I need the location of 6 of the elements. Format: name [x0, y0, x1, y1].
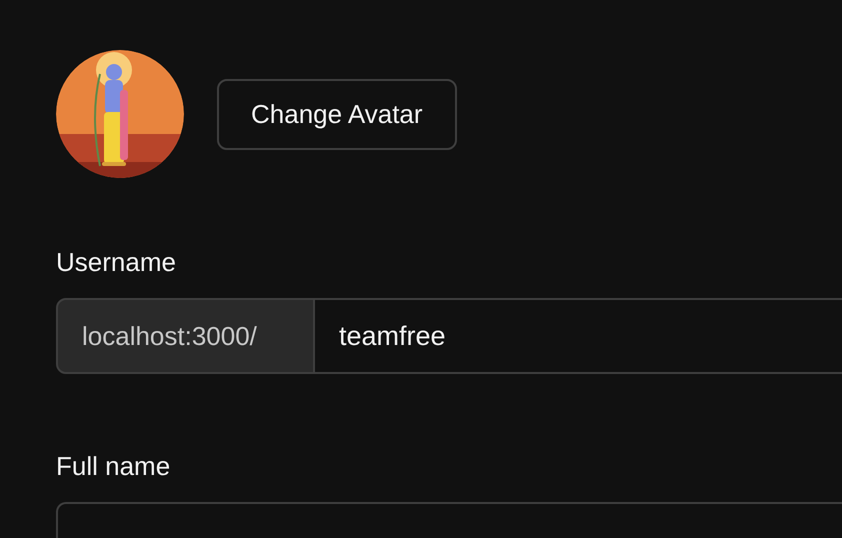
full-name-field[interactable] [56, 502, 842, 538]
field-label: Username [56, 246, 176, 278]
change-avatar-button[interactable]: Change Avatar [217, 78, 457, 150]
field-label: Full name [56, 450, 170, 482]
username-field[interactable]: teamfree [315, 298, 842, 374]
url-prefix: localhost:3000/ [56, 298, 315, 374]
